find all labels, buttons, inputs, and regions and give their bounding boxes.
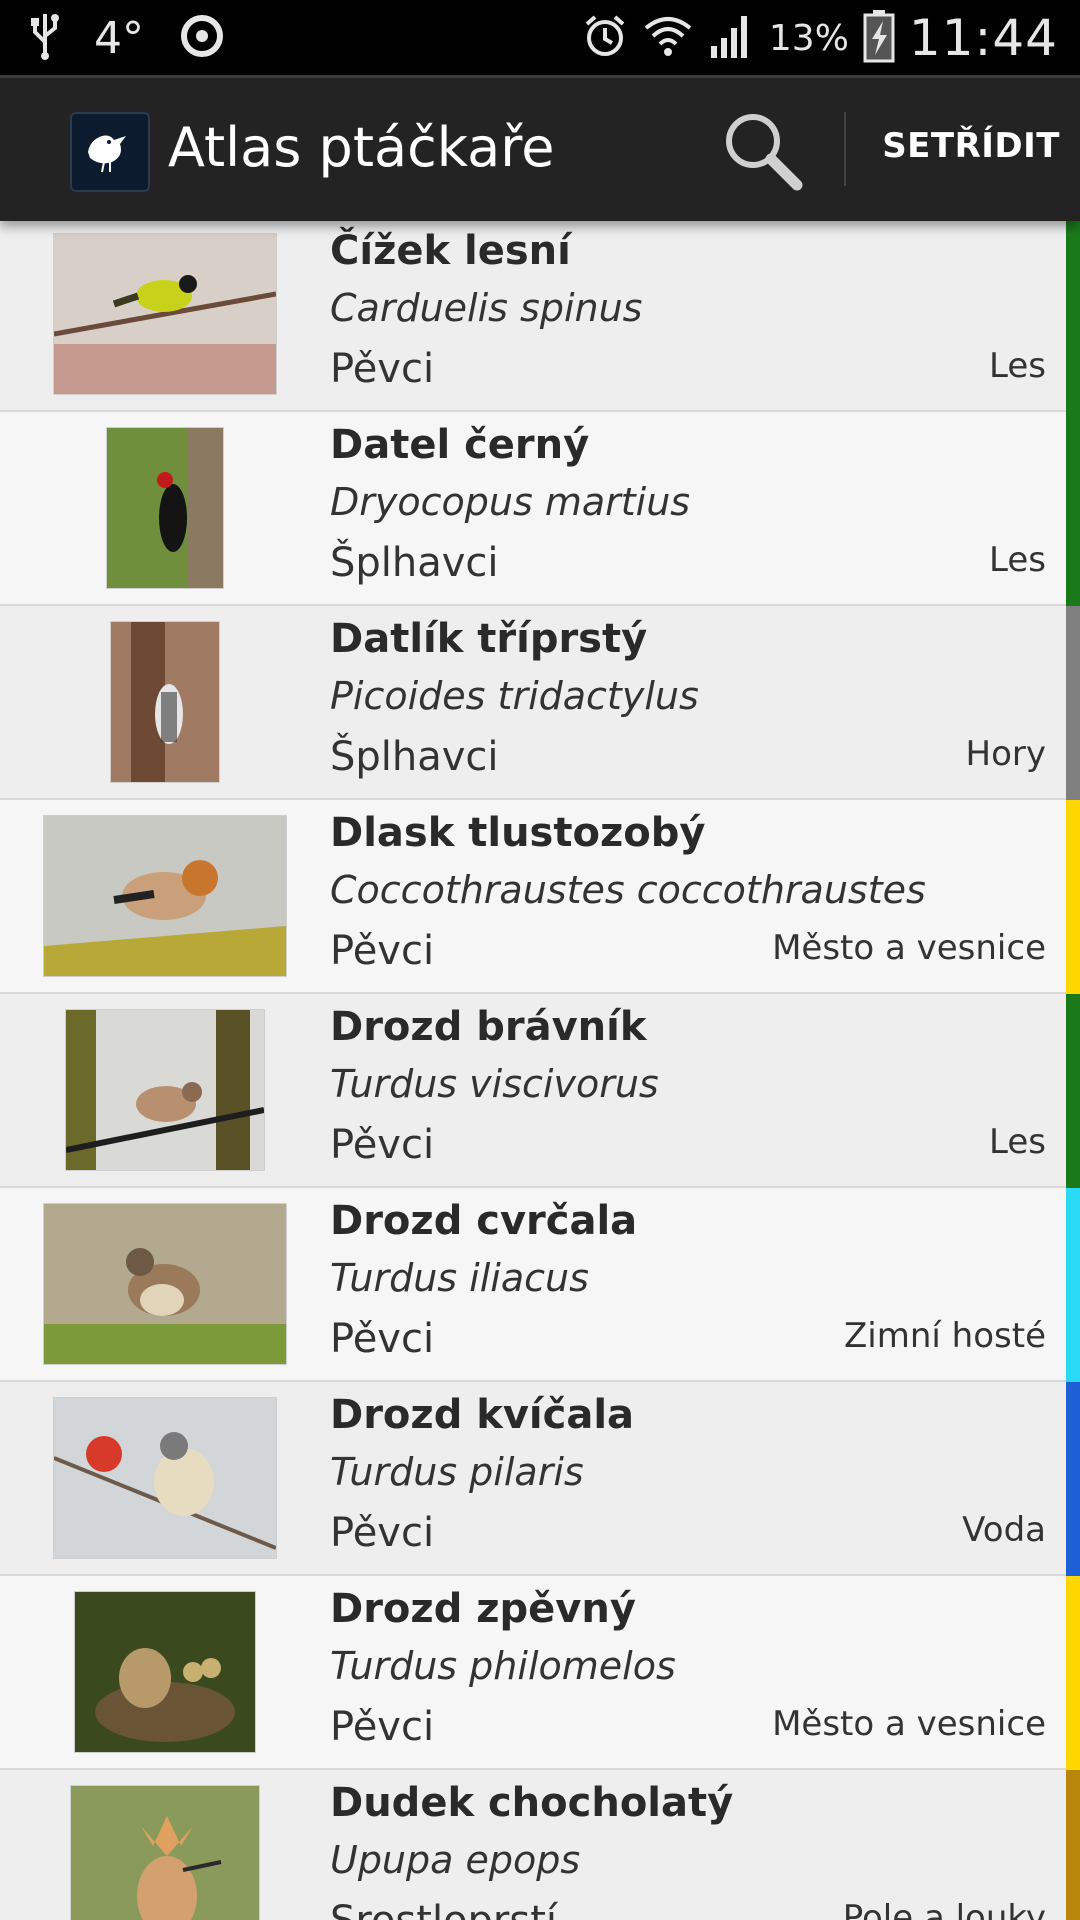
habitat-color-strip [1066,800,1080,994]
app-title: Atlas ptáčkaře [168,116,555,179]
bird-name: Drozd zpěvný [330,1586,636,1632]
list-item[interactable]: Drozd brávník Turdus viscivorus Pěvci Le… [0,994,1080,1188]
bird-latin-name: Upupa epops [330,1838,581,1882]
bird-order: Šplhavci [330,734,499,780]
bird-habitat: Město a vesnice [772,1704,1046,1744]
list-item[interactable]: Drozd cvrčala Turdus iliacus Pěvci Zimní… [0,1188,1080,1382]
search-button[interactable] [712,102,812,202]
bird-latin-name: Picoides tridactylus [330,674,699,718]
status-bar: 4° 13% 11:44 [0,0,1080,75]
list-item[interactable]: Dudek chocholatý Upupa epops Srostloprst… [0,1770,1080,1920]
bird-latin-name: Turdus philomelos [330,1644,676,1688]
bird-habitat: Zimní hosté [844,1316,1046,1356]
appbar-divider [844,112,846,186]
bird-order: Pěvci [330,1122,435,1168]
list-item[interactable]: Drozd kvíčala Turdus pilaris Pěvci Voda [0,1382,1080,1576]
app-bar: Atlas ptáčkaře SETŘÍDIT [0,75,1080,221]
list-item[interactable]: Datel černý Dryocopus martius Šplhavci L… [0,412,1080,606]
list-item[interactable]: Datlík tříprstý Picoides tridactylus Špl… [0,606,1080,800]
bird-habitat: Les [989,1122,1046,1162]
bird-order: Pěvci [330,1510,435,1556]
bird-name: Drozd brávník [330,1004,647,1050]
bird-photo [43,815,287,977]
sort-button[interactable]: SETŘÍDIT [870,126,1060,176]
bird-name: Drozd cvrčala [330,1198,638,1244]
bird-latin-name: Turdus iliacus [330,1256,589,1300]
habitat-color-strip [1066,412,1080,606]
bird-order: Srostloprstí [330,1898,557,1920]
bird-name: Dudek chocholatý [330,1780,734,1826]
bird-order: Pěvci [330,346,435,392]
habitat-color-strip [1066,1576,1080,1770]
bird-latin-name: Coccothraustes coccothraustes [330,868,926,912]
list-item[interactable]: Drozd zpěvný Turdus philomelos Pěvci Měs… [0,1576,1080,1770]
search-icon [719,107,805,198]
habitat-color-strip [1066,1382,1080,1576]
habitat-color-strip [1066,1770,1080,1920]
bird-name: Datel černý [330,422,590,468]
bird-latin-name: Turdus viscivorus [330,1062,659,1106]
usb-icon [30,12,60,65]
sync-icon [178,12,226,65]
bird-name: Datlík tříprstý [330,616,648,662]
bird-order: Pěvci [330,1316,435,1362]
wifi-icon [643,12,693,65]
bird-latin-name: Turdus pilaris [330,1450,584,1494]
bird-habitat: Pole a louky [842,1898,1046,1920]
bird-photo [53,1397,277,1559]
bird-name: Čížek lesní [330,228,571,274]
bird-photo [70,1785,260,1920]
bird-photo [43,1203,287,1365]
habitat-color-strip [1066,218,1080,412]
signal-icon [707,12,755,65]
app-logo-icon[interactable] [70,112,150,192]
bird-order: Pěvci [330,928,435,974]
battery-charging-icon [863,9,895,68]
bird-habitat: Voda [962,1510,1046,1550]
bird-photo [53,233,277,395]
bird-photo [106,427,224,589]
habitat-color-strip [1066,994,1080,1188]
habitat-color-strip [1066,606,1080,800]
bird-habitat: Město a vesnice [772,928,1046,968]
bird-order: Šplhavci [330,540,499,586]
bird-photo [65,1009,265,1171]
bird-habitat: Hory [965,734,1046,774]
temperature-text: 4° [94,12,144,64]
list-item[interactable]: Dlask tlustozobý Coccothraustes coccothr… [0,800,1080,994]
bird-latin-name: Carduelis spinus [330,286,643,330]
bird-name: Drozd kvíčala [330,1392,635,1438]
bird-habitat: Les [989,346,1046,386]
list-item[interactable]: Čížek lesní Carduelis spinus Pěvci Les [0,218,1080,412]
bird-name: Dlask tlustozobý [330,810,706,856]
bird-list: Čížek lesní Carduelis spinus Pěvci Les D… [0,218,1080,1920]
bird-habitat: Les [989,540,1046,580]
habitat-color-strip [1066,1188,1080,1382]
battery-percent: 13% [768,17,849,59]
alarm-icon [581,12,629,65]
bird-photo [110,621,220,783]
bird-latin-name: Dryocopus martius [330,480,691,524]
bird-photo [74,1591,256,1753]
bird-order: Pěvci [330,1704,435,1750]
clock: 11:44 [908,9,1058,67]
